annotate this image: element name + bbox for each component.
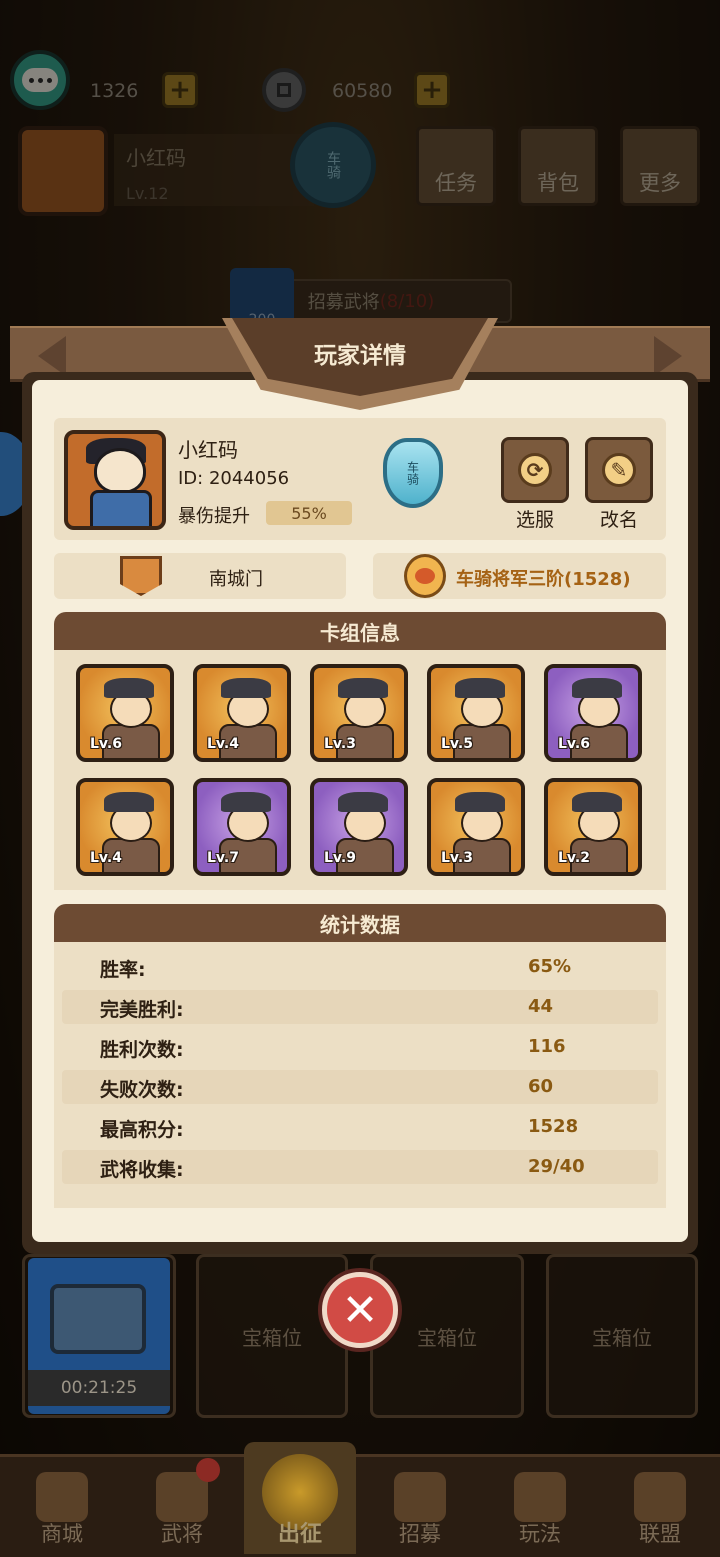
stats-title: 统计数据 [320,912,400,937]
player-name: 小红码 [178,438,238,462]
stat-row: 胜利次数: 116 [62,1030,658,1064]
chest-slot-3[interactable]: 宝箱位 [370,1254,524,1418]
close-modal-button[interactable]: ✕ [322,1272,398,1348]
deck-title: 卡组信息 [320,620,400,645]
deck-header: 卡组信息 [54,612,666,650]
rank-medal-icon [404,554,446,598]
chest-icon [50,1284,146,1354]
stat-row: 最高积分: 1528 [62,1110,658,1144]
card-level: Lv.6 [90,736,122,752]
card-level: Lv.2 [558,850,590,866]
stat-value: 44 [528,996,554,1017]
refresh-icon: ⟳ [518,453,552,487]
chest-slot-2[interactable]: 宝箱位 [196,1254,348,1418]
card-level: Lv.3 [324,736,356,752]
rank-shield-icon: 车骑 [383,438,443,508]
rename-label: 改名 [599,509,638,531]
stat-label: 失败次数: [100,1079,184,1101]
general-card[interactable]: Lv.4 [193,664,291,762]
card-level: Lv.4 [90,850,122,866]
card-level: Lv.6 [558,736,590,752]
stat-row: 胜率: 65% [62,950,658,984]
general-card[interactable]: Lv.5 [427,664,525,762]
shop-icon [36,1472,88,1522]
chest-timer: 00:21:25 [28,1370,170,1406]
rank-badge: 车骑 [377,436,449,512]
crit-label: 暴伤提升 [178,506,250,527]
general-card[interactable]: Lv.6 [544,664,642,762]
player-id: ID: 2044056 [178,468,290,489]
nav-alliance[interactable]: 联盟 [600,1460,720,1554]
nav-battle-label: 出征 [277,1522,322,1547]
crit-value: 55% [266,501,352,525]
nav-battle[interactable]: 出征 [244,1442,356,1554]
stat-row: 武将收集: 29/40 [62,1150,658,1184]
nav-alliance-label: 联盟 [639,1522,681,1546]
general-card[interactable]: Lv.2 [544,778,642,876]
stat-value: 60 [528,1076,554,1097]
player-avatar [64,430,166,530]
rank-badge-glyph: 车骑 [405,461,420,485]
general-card[interactable]: Lv.3 [427,778,525,876]
general-card[interactable]: Lv.6 [76,664,174,762]
general-card[interactable]: Lv.9 [310,778,408,876]
nav-shop-label: 商城 [41,1522,83,1546]
chest-slot-3-label: 宝箱位 [417,1325,477,1350]
general-card[interactable]: Lv.4 [76,778,174,876]
stat-value: 65% [528,956,572,977]
card-level: Lv.3 [441,850,473,866]
rename-button[interactable]: ✎ [585,437,653,503]
stat-label: 武将收集: [100,1159,184,1181]
chest-slot-2-label: 宝箱位 [242,1325,302,1350]
nav-generals-label: 武将 [161,1522,203,1546]
flag-icon [634,1472,686,1522]
nav-generals[interactable]: 武将 [122,1460,242,1554]
rank-title: 车骑将军三阶(1528) [456,569,631,590]
stat-value: 116 [528,1036,566,1057]
nav-modes-label: 玩法 [519,1522,561,1546]
stat-label: 胜利次数: [100,1039,184,1061]
stats-header: 统计数据 [54,904,666,942]
gate-name: 南城门 [209,569,263,590]
general-card[interactable]: Lv.7 [193,778,291,876]
notification-dot [196,1458,220,1482]
nav-shop[interactable]: 商城 [2,1460,122,1554]
nav-modes[interactable]: 玩法 [480,1460,600,1554]
card-level: Lv.5 [441,736,473,752]
stat-label: 完美胜利: [100,999,184,1021]
chest-slot-4-label: 宝箱位 [592,1325,652,1350]
general-card[interactable]: Lv.3 [310,664,408,762]
pencil-icon: ✎ [602,453,636,487]
pavilion-icon [514,1472,566,1522]
close-icon: ✕ [341,1284,379,1336]
stat-row: 失败次数: 60 [62,1070,658,1104]
stat-value: 1528 [528,1116,579,1137]
scroll-icon [394,1472,446,1522]
stat-row: 完美胜利: 44 [62,990,658,1024]
card-level: Lv.4 [207,736,239,752]
modal-title: 玩家详情 [314,343,406,369]
stat-value: 29/40 [528,1156,585,1177]
nav-recruit-label: 招募 [399,1522,441,1546]
card-level: Lv.7 [207,850,239,866]
chest-slot-4[interactable]: 宝箱位 [546,1254,698,1418]
select-server-button[interactable]: ⟳ [501,437,569,503]
stat-label: 胜率: [100,959,146,981]
select-server-label: 选服 [515,509,554,531]
nav-recruit[interactable]: 招募 [360,1460,480,1554]
card-level: Lv.9 [324,850,356,866]
stat-label: 最高积分: [100,1119,184,1141]
